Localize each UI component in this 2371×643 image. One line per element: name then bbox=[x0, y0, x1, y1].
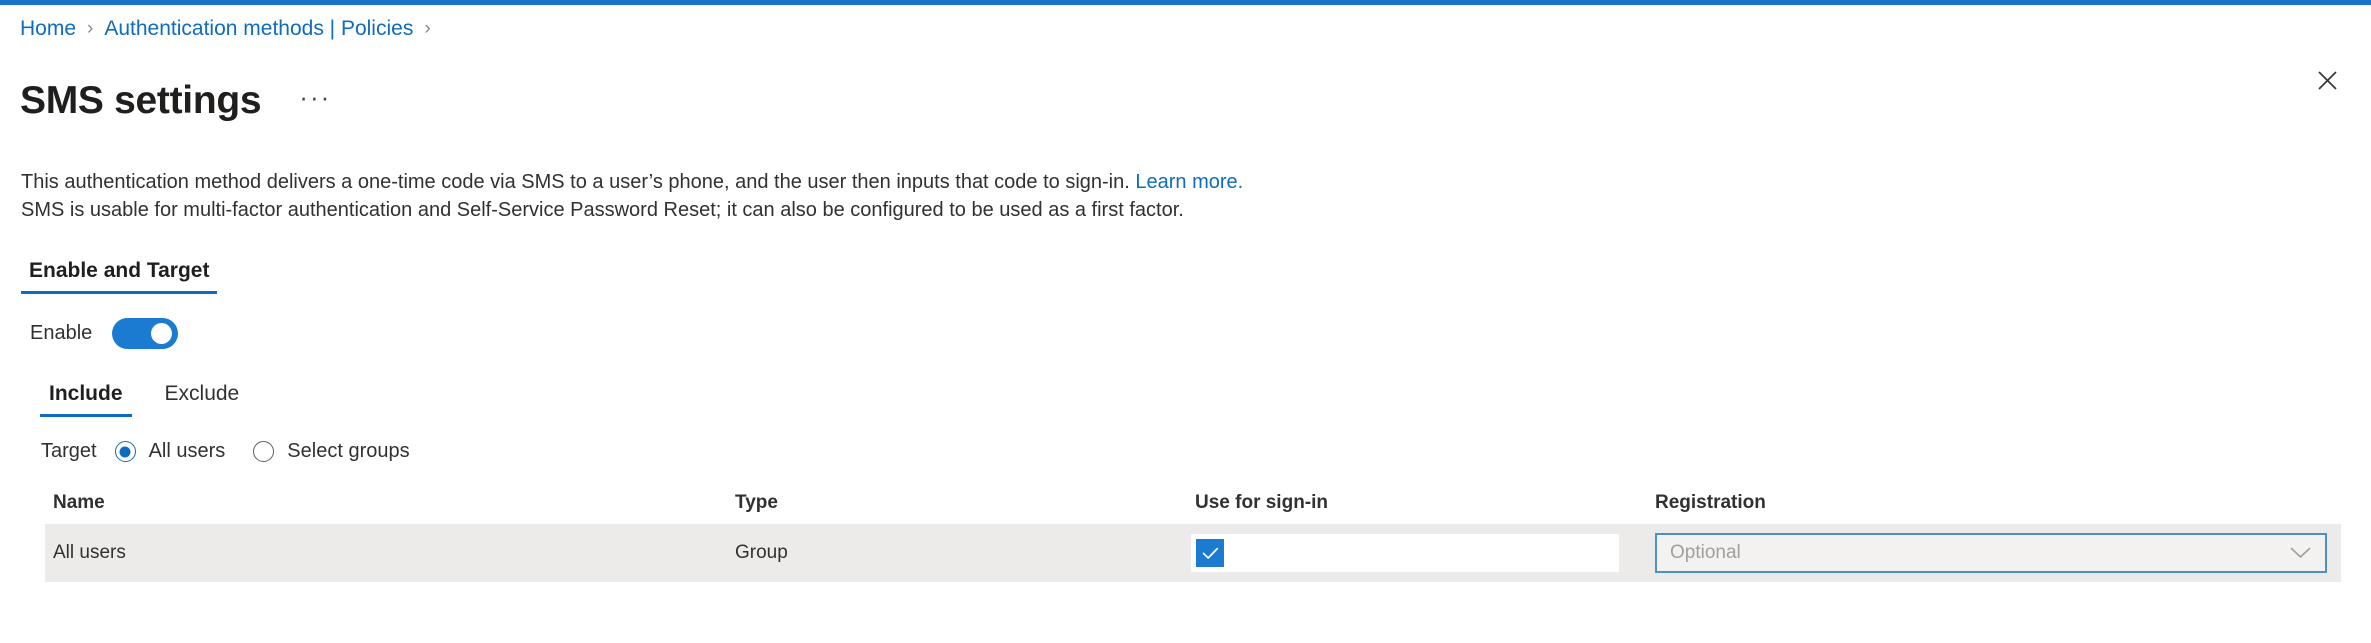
tab-include[interactable]: Include bbox=[40, 378, 132, 417]
radio-all-users-label: All users bbox=[148, 440, 226, 462]
radio-all-users-icon bbox=[114, 441, 136, 462]
learn-more-link[interactable]: Learn more. bbox=[1135, 171, 1243, 193]
target-groups-table: Name Type Use for sign-in Registration A… bbox=[45, 492, 2341, 582]
use-for-sign-in-field bbox=[1191, 534, 1619, 572]
chevron-down-icon bbox=[2290, 547, 2311, 559]
breadcrumb-separator-icon: › bbox=[87, 18, 94, 39]
tab-enable-and-target[interactable]: Enable and Target bbox=[21, 255, 218, 294]
breadcrumb-separator-icon-2: › bbox=[424, 18, 431, 39]
description-line-2: SMS is usable for multi-factor authentic… bbox=[21, 199, 1184, 221]
pivot-include-exclude: Include Exclude bbox=[40, 378, 272, 417]
close-button[interactable] bbox=[2307, 60, 2347, 100]
breadcrumb-item-home[interactable]: Home bbox=[20, 16, 76, 42]
use-for-sign-in-checkbox[interactable] bbox=[1196, 539, 1224, 567]
enable-toggle-knob bbox=[151, 323, 173, 344]
enable-row: Enable bbox=[30, 318, 179, 349]
tab-exclude[interactable]: Exclude bbox=[156, 378, 249, 417]
cell-type: Group bbox=[735, 542, 788, 563]
column-header-use-for-sign-in: Use for sign-in bbox=[1195, 492, 1329, 513]
column-header-name: Name bbox=[53, 492, 105, 513]
tab-include-label: Include bbox=[49, 382, 123, 405]
cell-name: All users bbox=[53, 542, 126, 563]
radio-select-groups-label: Select groups bbox=[287, 440, 410, 462]
description-text: This authentication method delivers a on… bbox=[21, 168, 1243, 224]
registration-dropdown[interactable]: Optional bbox=[1655, 533, 2327, 573]
target-row: Target All users Select groups bbox=[41, 440, 438, 463]
radio-select-groups-icon bbox=[253, 441, 275, 462]
check-icon bbox=[1202, 547, 1218, 559]
radio-select-groups[interactable]: Select groups bbox=[253, 440, 410, 463]
tab-exclude-label: Exclude bbox=[164, 382, 240, 405]
enable-toggle[interactable] bbox=[112, 318, 179, 349]
breadcrumb-item-authentication-methods[interactable]: Authentication methods | Policies bbox=[104, 16, 413, 42]
table-row: All users Group Optional bbox=[45, 524, 2341, 582]
title-row: SMS settings ··· bbox=[20, 52, 339, 150]
close-icon bbox=[2317, 70, 2337, 90]
table-header-row: Name Type Use for sign-in Registration bbox=[45, 492, 2341, 524]
breadcrumb: Home › Authentication methods | Policies… bbox=[20, 16, 442, 42]
top-accent-bar bbox=[0, 0, 2371, 5]
tab-enable-and-target-label: Enable and Target bbox=[29, 259, 210, 282]
column-header-registration: Registration bbox=[1655, 492, 1766, 513]
more-options-icon[interactable]: ··· bbox=[291, 81, 339, 121]
pivot-main: Enable and Target bbox=[21, 255, 218, 294]
description-line-1: This authentication method delivers a on… bbox=[21, 171, 1136, 193]
cell-registration: Optional bbox=[1655, 533, 2341, 573]
cell-use-for-sign-in bbox=[1191, 534, 1655, 572]
target-label: Target bbox=[41, 440, 97, 462]
radio-all-users[interactable]: All users bbox=[114, 440, 226, 463]
enable-label: Enable bbox=[30, 322, 93, 344]
registration-dropdown-value: Optional bbox=[1670, 542, 1741, 563]
page-title: SMS settings bbox=[20, 79, 262, 123]
column-header-type: Type bbox=[735, 492, 778, 513]
